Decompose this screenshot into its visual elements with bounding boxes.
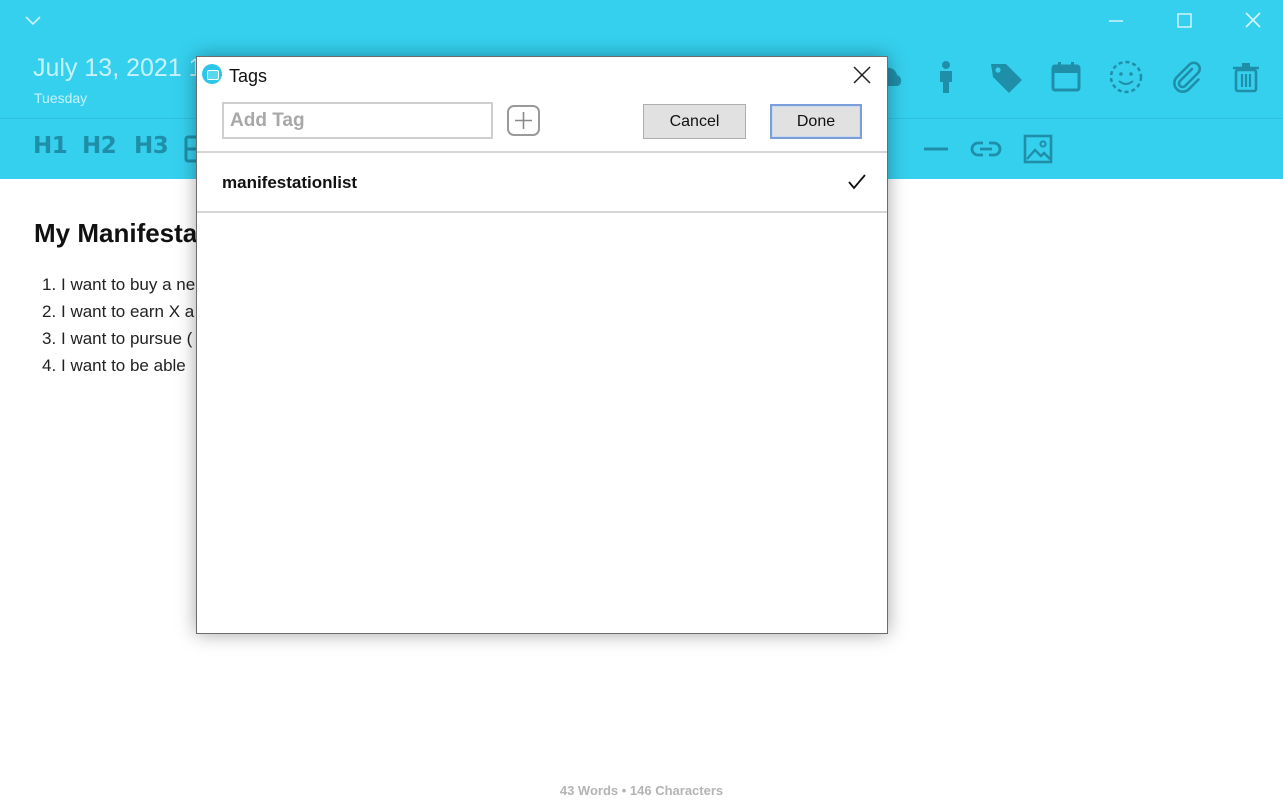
plus-icon [515,112,532,129]
list-item[interactable]: 1. I want to buy a ne [42,271,195,298]
word-count: 43 Words • 146 Characters [559,783,724,798]
person-icon[interactable] [927,58,965,96]
mood-icon[interactable] [1107,58,1145,96]
add-tag-button[interactable] [507,105,540,136]
add-tag-input[interactable] [222,102,493,139]
app-logo-icon [202,64,222,84]
divider [197,211,887,213]
cancel-button[interactable]: Cancel [643,104,746,139]
tag-label: manifestationlist [222,173,358,192]
minimize-button[interactable] [1101,8,1131,34]
chevron-down-icon[interactable] [24,12,42,28]
manifestation-list: 1. I want to buy a ne 2. I want to earn X … [42,271,195,379]
document-title[interactable]: My Manifesta [34,218,197,249]
entry-weekday: Tuesday [34,90,88,106]
horizontal-rule-icon[interactable] [920,133,952,165]
heading1-button[interactable]: H1 [33,133,68,159]
list-item[interactable]: 2. I want to earn X a [42,298,195,325]
close-window-button[interactable] [1238,8,1268,34]
attachment-icon[interactable] [1167,58,1205,96]
maximize-button[interactable] [1169,8,1199,34]
close-icon[interactable] [847,61,877,89]
image-icon[interactable] [1022,133,1054,165]
heading3-button[interactable]: H3 [134,133,169,159]
entry-date[interactable]: July 13, 2021 1:( [33,54,218,83]
trash-icon[interactable] [1227,58,1265,96]
list-item[interactable]: 3. I want to pursue ( [42,325,195,352]
done-button[interactable]: Done [770,104,862,139]
checkmark-icon [847,173,867,191]
heading2-button[interactable]: H2 [82,133,117,159]
calendar-icon[interactable] [1047,58,1085,96]
tag-row[interactable]: manifestationlist [197,153,887,211]
dialog-title: Tags [229,66,268,86]
list-item[interactable]: 4. I want to be able [42,352,195,379]
link-icon[interactable] [970,133,1002,165]
tags-dialog: Tags Cancel Done manifestationlist [196,56,888,634]
tag-icon[interactable] [987,58,1025,96]
